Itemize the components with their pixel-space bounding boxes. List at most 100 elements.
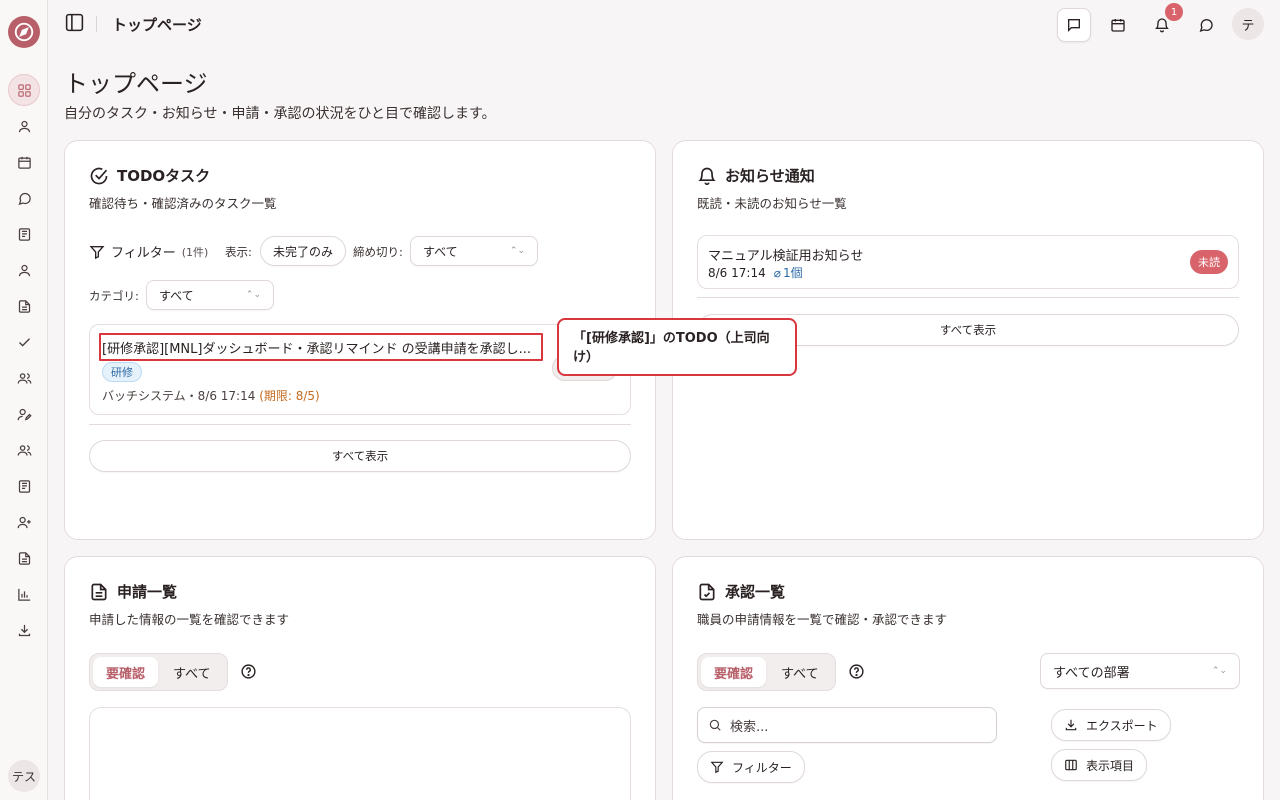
filter-label: フィルター: [111, 246, 176, 261]
columns-label: 表示項目: [1086, 758, 1135, 773]
notices-card-header: お知らせ通知: [697, 165, 815, 186]
bar-chart-icon: [17, 588, 30, 601]
tab-all[interactable]: すべて: [160, 657, 224, 687]
applications-tabs: 要確認 すべて: [89, 653, 228, 691]
notice-item[interactable]: マニュアル検証用お知らせ 8/6 17:14 ⌀ 1個 未読: [697, 235, 1239, 289]
help-button[interactable]: [848, 663, 866, 681]
file-text-icon: [18, 551, 30, 565]
sidebar-item-manual[interactable]: [12, 222, 36, 246]
todo-item-source: バッチシステム・8/6 17:14: [102, 389, 256, 403]
todo-filter-row[interactable]: フィルター (1件): [89, 242, 208, 261]
file-check-icon: [699, 583, 715, 600]
sidebar: テス: [0, 0, 48, 800]
sidebar-item-groups[interactable]: [12, 366, 36, 390]
filter-count: (1件): [181, 245, 209, 259]
user-icon: [18, 264, 30, 276]
columns-icon: [1065, 759, 1077, 771]
chevron-up-down-icon: ⌃⌄: [245, 290, 261, 300]
guide-tooltip: 「[研修承認]」のTODO（上司向け）: [557, 318, 797, 376]
notices-card-title: お知らせ通知: [725, 167, 815, 185]
sidebar-item-chat[interactable]: [12, 186, 36, 210]
calendar-icon: [1111, 19, 1125, 32]
department-select[interactable]: すべての部署 ⌃⌄: [1040, 653, 1240, 689]
header-title: トップページ: [112, 16, 202, 34]
filter-icon: [89, 245, 105, 259]
sidebar-item-documents[interactable]: [12, 294, 36, 318]
header-divider: [96, 16, 97, 32]
user-plus-icon: [17, 516, 31, 528]
notification-count-badge: 1: [1165, 3, 1183, 21]
calendar-button[interactable]: [1101, 8, 1135, 42]
help-circle-icon: [849, 664, 864, 679]
category-label: カテゴリ:: [89, 289, 139, 303]
approvals-filter-button[interactable]: フィルター: [697, 751, 805, 783]
user-icon: [18, 120, 30, 132]
approvals-search-input[interactable]: 検索...: [697, 707, 997, 743]
deadline-select[interactable]: すべて ⌃⌄: [410, 236, 538, 266]
sidebar-avatar[interactable]: テス: [8, 760, 40, 792]
chevron-up-down-icon: ⌃⌄: [509, 246, 525, 256]
app-logo-icon[interactable]: [8, 16, 40, 48]
category-tag: 研修: [102, 362, 142, 382]
sidebar-item-calendar[interactable]: [12, 150, 36, 174]
sidebar-item-approvals[interactable]: [12, 330, 36, 354]
todo-card-header: TODOタスク: [89, 165, 210, 186]
approvals-tabs: 要確認 すべて: [697, 653, 836, 691]
user-avatar[interactable]: テ: [1232, 8, 1264, 40]
chat-bubble-icon: [1199, 19, 1213, 33]
sidebar-item-analytics[interactable]: [12, 582, 36, 606]
department-select-value: すべての部署: [1053, 665, 1130, 681]
todo-divider: [89, 424, 631, 425]
paperclip-icon: ⌀: [773, 265, 781, 280]
todo-show-all-button[interactable]: すべて表示: [89, 440, 631, 472]
bell-icon: [698, 167, 716, 185]
sidebar-toggle-button[interactable]: [64, 12, 86, 34]
tab-needs-review[interactable]: 要確認: [701, 657, 767, 687]
grid-icon: [17, 83, 31, 97]
sidebar-item-dashboard[interactable]: [8, 74, 40, 106]
message-square-icon: [1068, 19, 1080, 32]
display-filter-button[interactable]: 未完了のみ: [260, 236, 347, 266]
applications-card-description: 申請した情報の一覧を確認できます: [89, 612, 290, 627]
user-pen-icon: [17, 408, 32, 420]
sidebar-item-profile[interactable]: [12, 114, 36, 138]
sidebar-item-reports[interactable]: [12, 546, 36, 570]
approvals-card-description: 職員の申請情報を一覧で確認・承認できます: [697, 612, 948, 627]
approvals-card-header: 承認一覧: [697, 581, 785, 602]
todo-item-deadline: (期限: 8/5): [259, 389, 320, 403]
file-text-icon: [91, 583, 107, 600]
columns-button[interactable]: 表示項目: [1051, 749, 1148, 781]
file-text-icon: [18, 299, 30, 313]
notifications-button[interactable]: 1: [1145, 3, 1183, 42]
sidebar-item-records[interactable]: [12, 474, 36, 498]
tab-all[interactable]: すべて: [768, 657, 832, 687]
highlight-box: [99, 333, 543, 361]
tab-needs-review[interactable]: 要確認: [93, 657, 159, 687]
todo-item[interactable]: [研修承認][MNL]ダッシュボード・承認リマインド の受講申請を承認し... …: [89, 324, 631, 415]
calendar-icon: [17, 156, 31, 169]
users-icon: [17, 444, 31, 456]
notices-divider: [697, 297, 1239, 298]
top-header: トップページ 1 テ: [48, 0, 1280, 48]
users-icon: [17, 372, 31, 384]
messages-button[interactable]: [1057, 8, 1091, 42]
approvals-filter-label: フィルター: [732, 760, 792, 775]
applications-card: 申請一覧 申請した情報の一覧を確認できます 要確認 すべて: [64, 556, 656, 800]
chat-button[interactable]: [1189, 8, 1223, 42]
export-button[interactable]: エクスポート: [1051, 709, 1171, 741]
page-subtitle: 自分のタスク・お知らせ・申請・承認の状況をひと目で確認します。: [64, 106, 496, 122]
sidebar-item-add-user[interactable]: [12, 510, 36, 534]
todo-item-meta: バッチシステム・8/6 17:14 (期限: 8/5): [102, 387, 320, 404]
notice-title[interactable]: マニュアル検証用お知らせ: [708, 245, 863, 264]
sidebar-item-staff[interactable]: [12, 258, 36, 282]
notice-attachment-count: 1個: [782, 266, 803, 280]
help-button[interactable]: [240, 663, 258, 681]
applications-list: [89, 707, 631, 800]
search-icon: [709, 719, 721, 731]
approvals-card: 承認一覧 職員の申請情報を一覧で確認・承認できます 要確認 すべて すべての部署…: [672, 556, 1264, 800]
page-title: トップページ: [64, 70, 208, 98]
category-select[interactable]: すべて ⌃⌄: [146, 280, 274, 310]
sidebar-item-download[interactable]: [12, 618, 36, 642]
sidebar-item-team[interactable]: [12, 438, 36, 462]
sidebar-item-user-edit[interactable]: [12, 402, 36, 426]
